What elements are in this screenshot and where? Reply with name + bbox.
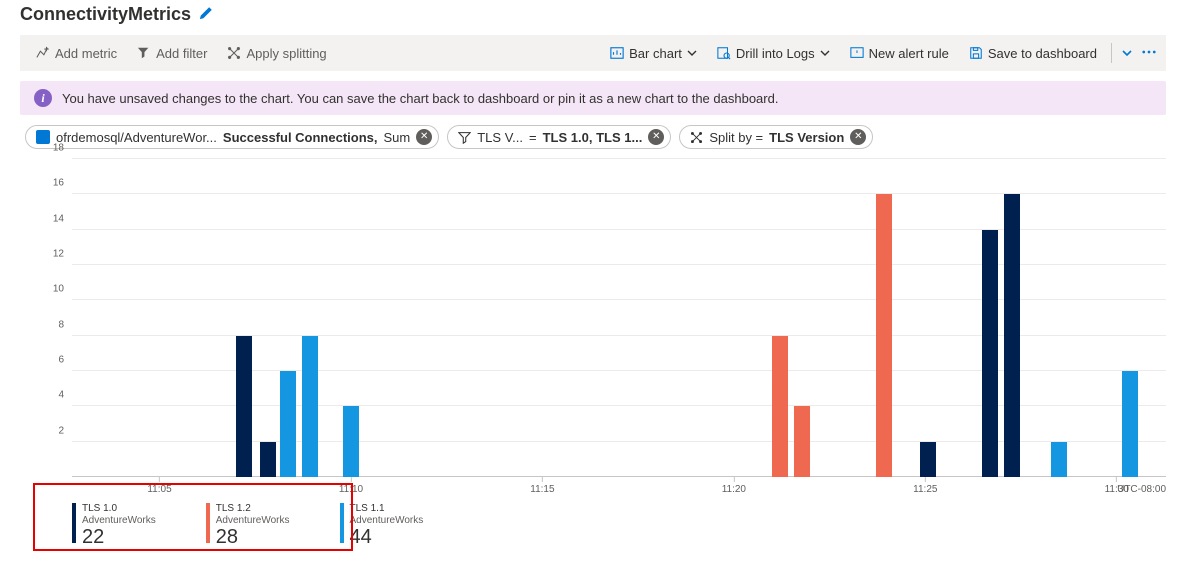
close-icon[interactable]: ✕ [416, 129, 432, 145]
add-metric-button[interactable]: Add metric [28, 42, 125, 65]
chevron-down-icon [820, 46, 830, 61]
info-icon: i [34, 89, 52, 107]
bar-tls1.1[interactable] [1051, 442, 1067, 477]
highlight-box [33, 483, 353, 551]
y-tick: 10 [53, 284, 64, 295]
y-tick: 12 [53, 249, 64, 260]
add-filter-label: Add filter [156, 46, 207, 61]
filter-icon [458, 131, 471, 144]
metric-name: Successful Connections, [223, 130, 378, 145]
close-icon[interactable]: ✕ [648, 129, 664, 145]
y-tick: 16 [53, 178, 64, 189]
chart-type-label: Bar chart [629, 46, 682, 61]
chevron-down-icon [687, 46, 697, 61]
legend-value: 44 [350, 526, 424, 549]
legend-resource: AdventureWorks [350, 515, 424, 527]
y-tick: 6 [58, 355, 64, 366]
bar-tls1.1[interactable] [343, 406, 359, 477]
y-tick: 2 [58, 425, 64, 436]
bar-tls1.1[interactable] [302, 336, 318, 477]
y-tick: 8 [58, 319, 64, 330]
filter-key: TLS V... [477, 130, 523, 145]
metric-pill[interactable]: ofrdemosql/AdventureWor... Successful Co… [25, 125, 439, 149]
chart-bars [72, 159, 1166, 477]
split-label: Split by = [709, 130, 763, 145]
chart-toolbar: Add metric Add filter Apply splitting Ba… [20, 35, 1166, 71]
chart-type-select[interactable]: Bar chart [602, 42, 705, 65]
new-alert-label: New alert rule [869, 46, 949, 61]
bar-tls1.1[interactable] [280, 371, 296, 477]
chevron-down-icon[interactable] [1118, 42, 1136, 65]
y-axis: 24681012141618 [20, 159, 70, 477]
y-tick: 18 [53, 143, 64, 154]
metric-resource: ofrdemosql/AdventureWor... [56, 130, 217, 145]
bar-tls1.1[interactable] [1122, 371, 1138, 477]
split-value: TLS Version [769, 130, 844, 145]
x-tick: 11:20 [722, 484, 746, 495]
drill-logs-button[interactable]: Drill into Logs [709, 42, 838, 65]
bar-tls1.0[interactable] [260, 442, 276, 477]
save-dashboard-button[interactable]: Save to dashboard [961, 42, 1105, 65]
page-title: ConnectivityMetrics [20, 4, 191, 25]
save-dashboard-label: Save to dashboard [988, 46, 1097, 61]
bar-tls1.2[interactable] [794, 406, 810, 477]
bar-tls1.0[interactable] [236, 336, 252, 477]
split-pill[interactable]: Split by = TLS Version ✕ [679, 125, 873, 149]
metric-agg: Sum [384, 130, 411, 145]
y-tick: 14 [53, 213, 64, 224]
x-tick: 11:30 [1105, 484, 1129, 495]
filter-pill[interactable]: TLS V... = TLS 1.0, TLS 1... ✕ [447, 125, 671, 149]
bar-tls1.2[interactable] [772, 336, 788, 477]
legend-name: TLS 1.1 [350, 503, 424, 515]
drill-logs-label: Drill into Logs [736, 46, 815, 61]
split-icon [690, 131, 703, 144]
separator [1111, 43, 1112, 63]
filter-op: = [529, 130, 537, 145]
filter-value: TLS 1.0, TLS 1... [543, 130, 643, 145]
add-metric-label: Add metric [55, 46, 117, 61]
banner-text: You have unsaved changes to the chart. Y… [62, 91, 778, 106]
bar-tls1.2[interactable] [876, 194, 892, 477]
chart-area: 24681012141618 UTC-08:00 11:0511:1011:15… [20, 159, 1166, 499]
pill-row: ofrdemosql/AdventureWor... Successful Co… [0, 125, 1186, 155]
apply-splitting-button[interactable]: Apply splitting [219, 42, 334, 65]
apply-splitting-label: Apply splitting [246, 46, 326, 61]
unsaved-banner: i You have unsaved changes to the chart.… [20, 81, 1166, 115]
x-tick: 11:15 [530, 484, 554, 495]
more-button[interactable] [1140, 43, 1158, 64]
bar-tls1.0[interactable] [982, 230, 998, 477]
resource-icon [36, 130, 50, 144]
y-tick: 4 [58, 390, 64, 401]
new-alert-button[interactable]: New alert rule [842, 42, 957, 65]
close-icon[interactable]: ✕ [850, 129, 866, 145]
x-tick: 11:25 [913, 484, 937, 495]
edit-icon[interactable] [199, 6, 213, 23]
bar-tls1.0[interactable] [920, 442, 936, 477]
add-filter-button[interactable]: Add filter [129, 42, 215, 65]
bar-tls1.0[interactable] [1004, 194, 1020, 477]
